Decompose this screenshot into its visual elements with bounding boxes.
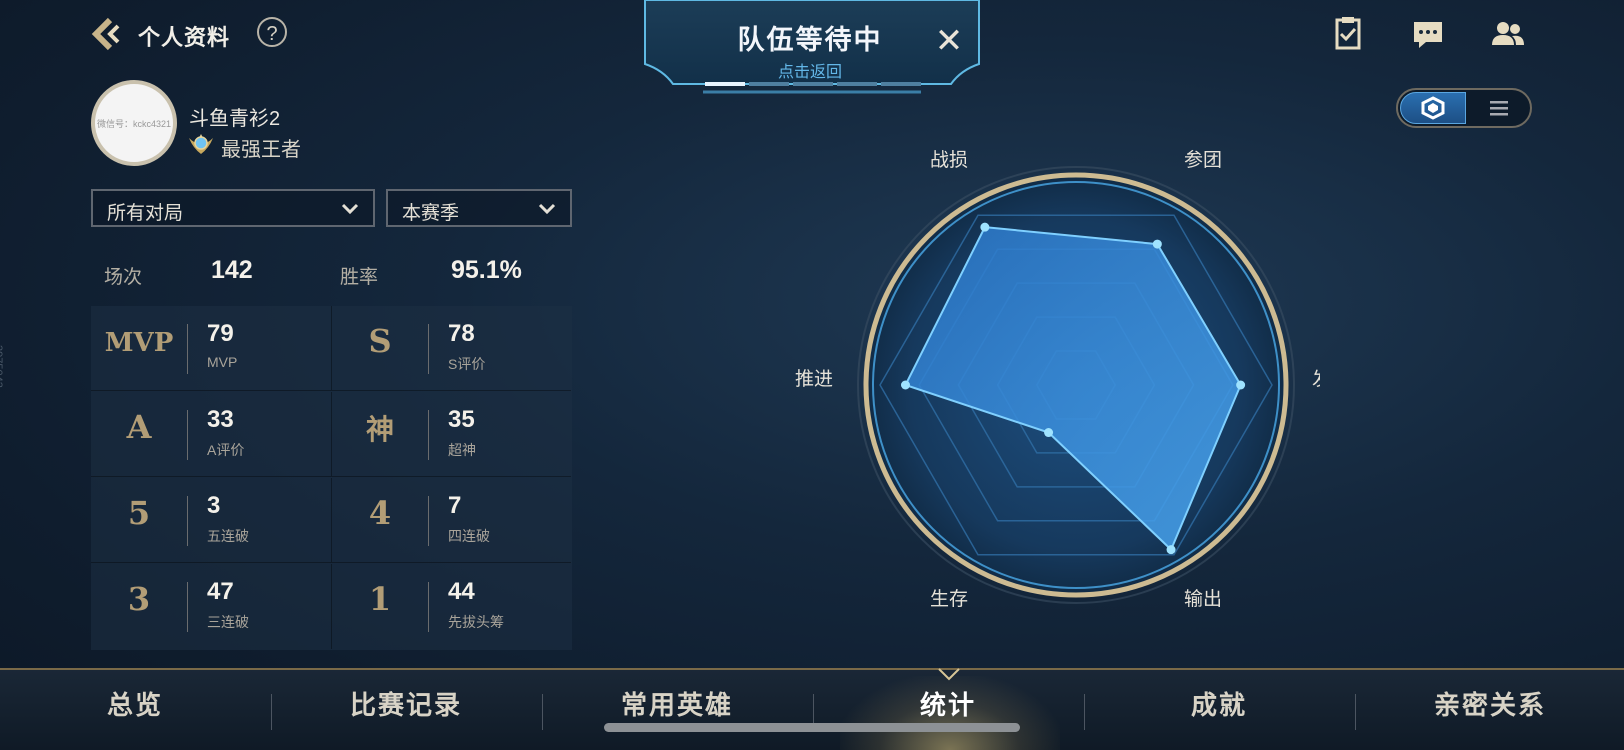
divider [187,496,188,546]
radar-point [1166,545,1176,555]
chat-icon[interactable] [1408,14,1448,54]
divider [187,582,188,632]
tab-match-history[interactable]: 比赛记录 [271,685,541,722]
match-mode-dropdown[interactable]: 所有对局 [91,189,375,227]
divider [428,582,429,632]
radar-point [1236,380,1246,390]
stat-label: 四连破 [448,528,490,544]
stat-value: 35 [448,406,475,433]
stat-value: 47 [207,578,234,605]
active-tab-caret-icon [938,668,960,681]
stat-value: 79 [207,320,234,347]
queue-title[interactable]: 队伍等待中 [700,18,920,57]
stat-value: 44 [448,578,475,605]
quadra-glyph: 4 [368,494,392,532]
stat-label: 先拔头筹 [448,614,504,630]
stat-label: 三连破 [207,614,249,630]
radar-point [1044,428,1054,438]
radar-chart: 战损 参团发育输出 生存 推进 [795,149,1320,610]
radar-axis-label: 发育 [1312,368,1320,390]
divider [428,324,429,374]
radar-point [980,222,990,232]
radar-axis-label: 推进 [795,368,833,390]
back-icon[interactable] [88,16,124,52]
stat-label: 五连破 [207,528,249,544]
season-value: 本赛季 [402,203,460,224]
page-title: 个人资料 [138,25,231,50]
triple-glyph: 3 [127,580,151,618]
help-button[interactable]: ? [257,17,287,47]
stats-grid: MVP 79 MVP S 78 S评价 A 33 A评价 神 35 超神 5 3… [91,306,572,650]
radar-axis-label: 战损 [930,149,968,171]
side-id-text: 3975043 [0,345,4,388]
stat-legendary: 神 35 超神 [331,392,571,477]
stat-a-rating: A 33 A评价 [91,392,331,477]
friends-icon[interactable] [1488,14,1528,54]
tab-achievements[interactable]: 成就 [1084,685,1354,722]
hexagon-view-icon [1421,96,1445,120]
stat-label: 超神 [448,442,476,458]
rank-name: 最强王者 [221,139,301,161]
first-blood-glyph: 1 [368,580,392,618]
stat-triple-kill: 3 47 三连破 [91,564,331,649]
winrate-value: 95.1% [451,256,522,284]
tab-heroes[interactable]: 常用英雄 [542,685,812,722]
list-view-icon [1490,101,1508,116]
stat-label: MVP [207,354,238,370]
stat-label: S评价 [448,356,486,372]
player-name: 斗鱼青衫2 [189,108,281,130]
hexagon-view-button[interactable] [1400,92,1466,124]
stat-label: A评价 [207,442,245,458]
divider [428,496,429,546]
stat-value: 78 [448,320,475,347]
tab-relationships[interactable]: 亲密关系 [1355,685,1624,722]
matches-value: 142 [211,256,253,284]
stat-s-rating: S 78 S评价 [331,306,571,391]
radar-axis-label: 输出 [1184,588,1222,610]
radar-axis-label: 参团 [1184,149,1222,171]
stat-value: 33 [207,406,234,433]
stat-mvp: MVP 79 MVP [91,306,331,391]
tab-overview[interactable]: 总览 [0,685,270,722]
rank-badge-icon [189,134,213,154]
divider [187,324,188,374]
queue-return-link[interactable]: 点击返回 [700,58,920,82]
mvp-glyph: MVP [104,328,174,358]
list-view-button[interactable] [1470,92,1528,124]
penta-glyph: 5 [127,494,151,532]
matches-label: 场次 [104,267,143,288]
home-indicator[interactable] [604,723,1020,732]
stat-quadra-kill: 4 7 四连破 [331,478,571,563]
stat-penta-kill: 5 3 五连破 [91,478,331,563]
s-glyph: S [368,322,392,360]
chevron-down-icon [341,203,359,215]
tab-statistics[interactable]: 统计 [813,685,1083,722]
radar-axis-label: 生存 [930,588,968,610]
avatar-watermark: 微信号：kckc4321 [96,119,172,129]
chevron-down-icon [538,203,556,215]
match-mode-value: 所有对局 [107,203,184,224]
stat-first-blood: 1 44 先拔头筹 [331,564,571,649]
queue-close-button[interactable]: ✕ [934,24,964,58]
stat-value: 7 [448,492,462,519]
legendary-glyph: 神 [365,413,394,446]
season-dropdown[interactable]: 本赛季 [386,189,572,227]
winrate-label: 胜率 [340,267,379,288]
stat-value: 3 [207,492,221,519]
radar-point [900,380,910,390]
radar-point [1152,239,1162,249]
divider [428,410,429,460]
a-glyph: A [126,408,152,446]
divider [187,410,188,460]
checklist-icon[interactable] [1328,14,1368,54]
